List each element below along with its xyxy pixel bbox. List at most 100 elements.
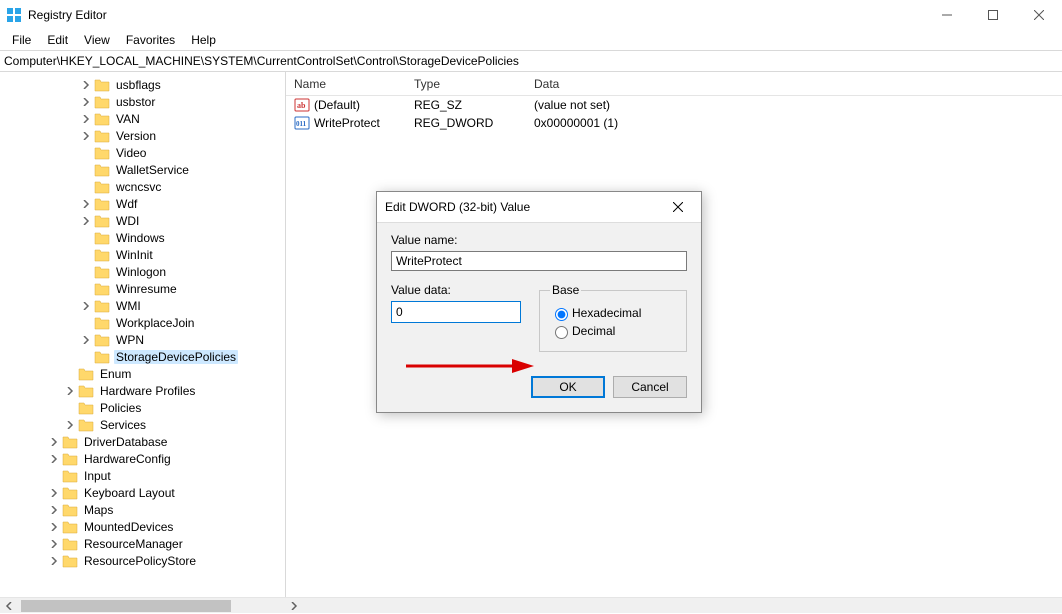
tree-item-label: wcncsvc xyxy=(114,180,163,194)
tree-item[interactable]: wcncsvc xyxy=(0,178,285,195)
folder-icon xyxy=(78,401,94,415)
tree-expander-icon[interactable] xyxy=(48,538,60,550)
menu-file[interactable]: File xyxy=(4,31,39,49)
tree-item[interactable]: Windows xyxy=(0,229,285,246)
tree-expander-icon[interactable] xyxy=(80,215,92,227)
tree-item[interactable]: Services xyxy=(0,416,285,433)
tree-item-label: Enum xyxy=(98,367,133,381)
tree-expander-icon[interactable] xyxy=(48,436,60,448)
tree-item[interactable]: Version xyxy=(0,127,285,144)
tree-item[interactable]: ResourceManager xyxy=(0,535,285,552)
maximize-button[interactable] xyxy=(970,0,1016,30)
value-type: REG_DWORD xyxy=(406,116,526,130)
tree-item[interactable]: Keyboard Layout xyxy=(0,484,285,501)
tree-expander-icon[interactable] xyxy=(80,334,92,346)
tree-item[interactable]: Maps xyxy=(0,501,285,518)
tree-item[interactable]: StorageDevicePolicies xyxy=(0,348,285,365)
folder-icon xyxy=(94,163,110,177)
value-data: (value not set) xyxy=(526,98,1062,112)
folder-icon xyxy=(78,418,94,432)
svg-text:011: 011 xyxy=(296,120,307,128)
tree-item[interactable]: Winlogon xyxy=(0,263,285,280)
tree-item[interactable]: Input xyxy=(0,467,285,484)
tree-expander-icon[interactable] xyxy=(80,300,92,312)
radio-dec-row[interactable]: Decimal xyxy=(550,323,676,339)
folder-icon xyxy=(94,197,110,211)
tree-item-label: Keyboard Layout xyxy=(82,486,177,500)
radio-dec-label: Decimal xyxy=(572,324,615,338)
tree-expander-icon[interactable] xyxy=(64,385,76,397)
tree-item[interactable]: WDI xyxy=(0,212,285,229)
tree-item[interactable]: WinInit xyxy=(0,246,285,263)
tree-expander-icon[interactable] xyxy=(80,113,92,125)
col-header-name[interactable]: Name xyxy=(286,73,406,95)
tree-item[interactable]: ResourcePolicyStore xyxy=(0,552,285,569)
col-header-type[interactable]: Type xyxy=(406,73,526,95)
value-data-input[interactable] xyxy=(391,301,521,323)
tree-hscrollbar[interactable] xyxy=(0,597,1062,613)
hscroll-thumb[interactable] xyxy=(21,600,231,612)
folder-icon xyxy=(94,333,110,347)
tree-expander-icon[interactable] xyxy=(48,504,60,516)
tree-item-label: DriverDatabase xyxy=(82,435,169,449)
app-title: Registry Editor xyxy=(28,8,107,22)
col-header-data[interactable]: Data xyxy=(526,73,1062,95)
tree-item[interactable]: DriverDatabase xyxy=(0,433,285,450)
tree-item-label: Wdf xyxy=(114,197,139,211)
tree-item[interactable]: VAN xyxy=(0,110,285,127)
tree-item[interactable]: WorkplaceJoin xyxy=(0,314,285,331)
tree-item[interactable]: Wdf xyxy=(0,195,285,212)
tree-expander-icon[interactable] xyxy=(48,555,60,567)
tree-item[interactable]: WMI xyxy=(0,297,285,314)
ok-button[interactable]: OK xyxy=(531,376,605,398)
list-row[interactable]: 011WriteProtectREG_DWORD0x00000001 (1) xyxy=(286,114,1062,132)
folder-icon xyxy=(94,299,110,313)
tree-item-label: WDI xyxy=(114,214,141,228)
folder-icon xyxy=(94,265,110,279)
tree-expander-icon[interactable] xyxy=(64,419,76,431)
value-data-label: Value data: xyxy=(391,283,521,297)
menu-view[interactable]: View xyxy=(76,31,118,49)
value-name-input xyxy=(391,251,687,271)
tree-item[interactable]: Policies xyxy=(0,399,285,416)
tree-expander-icon[interactable] xyxy=(80,79,92,91)
radio-hex[interactable] xyxy=(555,308,568,321)
menu-favorites[interactable]: Favorites xyxy=(118,31,183,49)
menubar: File Edit View Favorites Help xyxy=(0,30,1062,50)
tree-item-label: usbflags xyxy=(114,78,163,92)
tree-item[interactable]: usbflags xyxy=(0,76,285,93)
tree-item[interactable]: HardwareConfig xyxy=(0,450,285,467)
tree-item[interactable]: Winresume xyxy=(0,280,285,297)
minimize-button[interactable] xyxy=(924,0,970,30)
tree-item[interactable]: Enum xyxy=(0,365,285,382)
cancel-button[interactable]: Cancel xyxy=(613,376,687,398)
tree-item[interactable]: usbstor xyxy=(0,93,285,110)
value-type: REG_SZ xyxy=(406,98,526,112)
tree-expander-icon[interactable] xyxy=(48,453,60,465)
menu-edit[interactable]: Edit xyxy=(39,31,76,49)
hscroll-track[interactable] xyxy=(17,598,285,614)
tree-expander-icon[interactable] xyxy=(80,130,92,142)
tree-expander-icon[interactable] xyxy=(80,198,92,210)
tree-item[interactable]: WPN xyxy=(0,331,285,348)
value-name-label: Value name: xyxy=(391,233,687,247)
hscroll-left-arrow[interactable] xyxy=(0,598,17,614)
tree-expander-icon[interactable] xyxy=(48,487,60,499)
tree-expander-icon[interactable] xyxy=(80,96,92,108)
tree-item-label: Maps xyxy=(82,503,115,517)
tree-expander-icon[interactable] xyxy=(48,521,60,533)
tree-item-label: ResourceManager xyxy=(82,537,185,551)
tree-item[interactable]: WalletService xyxy=(0,161,285,178)
hscroll-right-arrow[interactable] xyxy=(285,598,302,614)
edit-dword-dialog: Edit DWORD (32-bit) Value Value name: Va… xyxy=(376,191,702,413)
list-row[interactable]: ab(Default)REG_SZ(value not set) xyxy=(286,96,1062,114)
radio-hex-row[interactable]: Hexadecimal xyxy=(550,305,676,321)
tree-item[interactable]: MountedDevices xyxy=(0,518,285,535)
tree-item[interactable]: Hardware Profiles xyxy=(0,382,285,399)
address-bar[interactable]: Computer\HKEY_LOCAL_MACHINE\SYSTEM\Curre… xyxy=(0,50,1062,72)
tree-item[interactable]: Video xyxy=(0,144,285,161)
radio-dec[interactable] xyxy=(555,326,568,339)
dialog-close-button[interactable] xyxy=(663,193,693,221)
menu-help[interactable]: Help xyxy=(183,31,224,49)
close-button[interactable] xyxy=(1016,0,1062,30)
